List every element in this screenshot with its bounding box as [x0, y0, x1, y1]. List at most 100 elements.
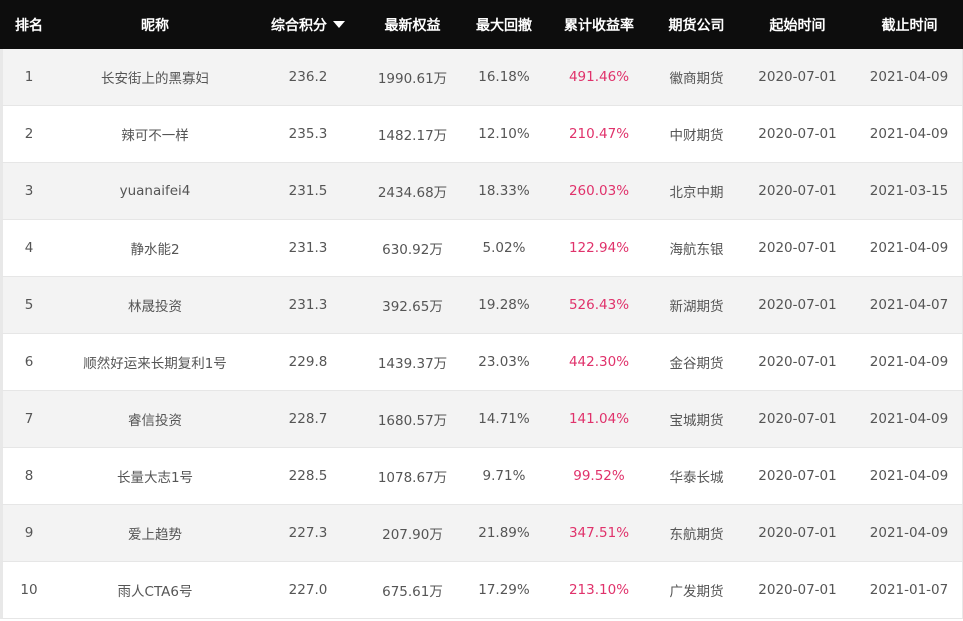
drawdown-cell: 23.03%: [464, 334, 544, 391]
header-rank[interactable]: 排名: [0, 0, 55, 49]
start-date-cell: 2020-07-01: [739, 277, 856, 334]
header-equity[interactable]: 最新权益: [361, 0, 464, 49]
nickname-cell[interactable]: 长安街上的黑寡妇: [55, 49, 255, 106]
rank-cell: 3: [0, 163, 55, 220]
end-date-cell: 2021-04-09: [856, 49, 963, 106]
drawdown-cell: 14.71%: [464, 391, 544, 448]
broker-cell: 北京中期: [654, 163, 739, 220]
drawdown-cell: 21.89%: [464, 505, 544, 562]
header-end[interactable]: 截止时间: [856, 0, 963, 49]
end-date-cell: 2021-04-09: [856, 220, 963, 277]
broker-cell: 华泰长城: [654, 448, 739, 505]
broker-cell: 广发期货: [654, 562, 739, 619]
score-cell: 227.3: [255, 505, 361, 562]
score-cell: 236.2: [255, 49, 361, 106]
yield-cell: 442.30%: [544, 334, 654, 391]
end-date-cell: 2021-04-09: [856, 391, 963, 448]
equity-cell: 675.61万: [361, 562, 464, 619]
nickname-cell[interactable]: 顺然好运来长期复利1号: [55, 334, 255, 391]
end-date-cell: 2021-03-15: [856, 163, 963, 220]
header-score-label: 综合积分: [271, 17, 327, 34]
yield-cell: 210.47%: [544, 106, 654, 163]
end-date-cell: 2021-04-09: [856, 448, 963, 505]
start-date-cell: 2020-07-01: [739, 220, 856, 277]
header-nickname-label: 昵称: [141, 17, 169, 34]
equity-cell: 1439.37万: [361, 334, 464, 391]
score-cell: 231.5: [255, 163, 361, 220]
score-cell: 229.8: [255, 334, 361, 391]
rank-cell: 6: [0, 334, 55, 391]
header-start[interactable]: 起始时间: [739, 0, 856, 49]
score-cell: 227.0: [255, 562, 361, 619]
broker-cell: 海航东银: [654, 220, 739, 277]
rank-cell: 10: [0, 562, 55, 619]
yield-cell: 99.52%: [544, 448, 654, 505]
nickname-cell[interactable]: 静水能2: [55, 220, 255, 277]
broker-cell: 新湖期货: [654, 277, 739, 334]
header-drawdown-label: 最大回撤: [476, 17, 532, 34]
score-cell: 228.7: [255, 391, 361, 448]
start-date-cell: 2020-07-01: [739, 505, 856, 562]
yield-cell: 260.03%: [544, 163, 654, 220]
drawdown-cell: 17.29%: [464, 562, 544, 619]
start-date-cell: 2020-07-01: [739, 334, 856, 391]
equity-cell: 1680.57万: [361, 391, 464, 448]
yield-cell: 213.10%: [544, 562, 654, 619]
start-date-cell: 2020-07-01: [739, 49, 856, 106]
drawdown-cell: 5.02%: [464, 220, 544, 277]
yield-cell: 526.43%: [544, 277, 654, 334]
start-date-cell: 2020-07-01: [739, 106, 856, 163]
broker-cell: 徽商期货: [654, 49, 739, 106]
nickname-cell[interactable]: yuanaifei4: [55, 163, 255, 220]
drawdown-cell: 18.33%: [464, 163, 544, 220]
rank-cell: 5: [0, 277, 55, 334]
header-equity-label: 最新权益: [384, 17, 441, 34]
rank-cell: 2: [0, 106, 55, 163]
nickname-cell[interactable]: 长量大志1号: [55, 448, 255, 505]
drawdown-cell: 9.71%: [464, 448, 544, 505]
nickname-cell[interactable]: 雨人CTA6号: [55, 562, 255, 619]
score-cell: 231.3: [255, 220, 361, 277]
broker-cell: 宝城期货: [654, 391, 739, 448]
header-nickname[interactable]: 昵称: [55, 0, 255, 49]
nickname-cell[interactable]: 林晟投资: [55, 277, 255, 334]
start-date-cell: 2020-07-01: [739, 163, 856, 220]
drawdown-cell: 12.10%: [464, 106, 544, 163]
score-cell: 228.5: [255, 448, 361, 505]
equity-cell: 2434.68万: [361, 163, 464, 220]
header-broker[interactable]: 期货公司: [654, 0, 739, 49]
yield-cell: 122.94%: [544, 220, 654, 277]
rank-cell: 9: [0, 505, 55, 562]
broker-cell: 东航期货: [654, 505, 739, 562]
sort-desc-icon: [333, 21, 345, 28]
rank-cell: 1: [0, 49, 55, 106]
equity-cell: 1990.61万: [361, 49, 464, 106]
header-score-sort[interactable]: 综合积分: [255, 0, 361, 49]
start-date-cell: 2020-07-01: [739, 391, 856, 448]
nickname-cell[interactable]: 辣可不一样: [55, 106, 255, 163]
drawdown-cell: 16.18%: [464, 49, 544, 106]
broker-cell: 金谷期货: [654, 334, 739, 391]
end-date-cell: 2021-01-07: [856, 562, 963, 619]
equity-cell: 392.65万: [361, 277, 464, 334]
nickname-cell[interactable]: 睿信投资: [55, 391, 255, 448]
equity-cell: 630.92万: [361, 220, 464, 277]
header-drawdown[interactable]: 最大回撤: [464, 0, 544, 49]
end-date-cell: 2021-04-09: [856, 106, 963, 163]
equity-cell: 207.90万: [361, 505, 464, 562]
header-yield-label: 累计收益率: [564, 17, 634, 34]
drawdown-cell: 19.28%: [464, 277, 544, 334]
rank-cell: 8: [0, 448, 55, 505]
score-cell: 231.3: [255, 277, 361, 334]
score-cell: 235.3: [255, 106, 361, 163]
rank-cell: 7: [0, 391, 55, 448]
equity-cell: 1482.17万: [361, 106, 464, 163]
header-rank-label: 排名: [15, 17, 43, 34]
start-date-cell: 2020-07-01: [739, 562, 856, 619]
header-broker-label: 期货公司: [668, 17, 725, 34]
end-date-cell: 2021-04-09: [856, 505, 963, 562]
end-date-cell: 2021-04-09: [856, 334, 963, 391]
header-end-label: 截止时间: [881, 17, 938, 34]
nickname-cell[interactable]: 爱上趋势: [55, 505, 255, 562]
header-yield[interactable]: 累计收益率: [544, 0, 654, 49]
